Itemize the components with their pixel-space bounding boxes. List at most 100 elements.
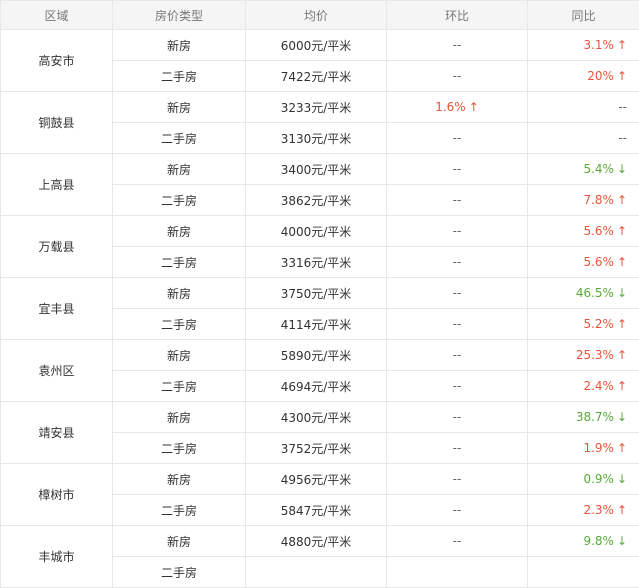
table-body: 高安市新房6000元/平米--3.1%↑二手房7422元/平米--20%↑铜鼓县… [1,30,639,588]
header-yoy: 同比 [528,1,639,30]
arrow-up-icon: ↑ [617,441,627,455]
mom-value: -- [453,38,462,52]
header-avg-price: 均价 [246,1,387,30]
price-type-cell: 新房 [113,464,246,495]
yoy-value: 9.8% [583,534,614,548]
avg-price-cell: 3752元/平米 [246,433,387,464]
district-cell: 宜丰县 [1,278,113,340]
mom-cell: -- [387,309,528,340]
yoy-value: 1.9% [583,441,614,455]
price-type-cell: 新房 [113,278,246,309]
avg-price-cell: 3316元/平米 [246,247,387,278]
mom-cell: -- [387,61,528,92]
mom-value: -- [453,410,462,424]
table-row: 上高县新房3400元/平米--5.4%↓ [1,154,639,185]
arrow-down-icon: ↓ [617,472,627,486]
yoy-value: -- [618,100,627,114]
mom-cell: -- [387,216,528,247]
yoy-value: 5.4% [583,162,614,176]
avg-price-cell: 4114元/平米 [246,309,387,340]
yoy-value: 25.3% [576,348,614,362]
mom-cell: -- [387,247,528,278]
mom-value: -- [453,472,462,486]
yoy-value: 20% [587,69,614,83]
mom-value: -- [453,255,462,269]
avg-price-cell: 3233元/平米 [246,92,387,123]
price-type-cell: 二手房 [113,185,246,216]
mom-cell: 1.6%↑ [387,92,528,123]
mom-value: -- [453,286,462,300]
yoy-cell: 5.6%↑ [528,247,639,278]
arrow-up-icon: ↑ [617,224,627,238]
mom-cell: -- [387,123,528,154]
yoy-cell: 25.3%↑ [528,340,639,371]
price-type-cell: 二手房 [113,309,246,340]
housing-price-table: 区域 房价类型 均价 环比 同比 高安市新房6000元/平米--3.1%↑二手房… [0,0,639,588]
yoy-cell: 2.3%↑ [528,495,639,526]
price-type-cell: 新房 [113,92,246,123]
district-cell: 铜鼓县 [1,92,113,154]
arrow-up-icon: ↑ [617,348,627,362]
mom-cell: -- [387,340,528,371]
mom-cell [387,557,528,588]
avg-price-cell [246,557,387,588]
yoy-cell: 0.9%↓ [528,464,639,495]
price-type-cell: 二手房 [113,61,246,92]
price-type-cell: 二手房 [113,433,246,464]
yoy-cell: 2.4%↑ [528,371,639,402]
mom-value: -- [453,441,462,455]
yoy-cell: 3.1%↑ [528,30,639,61]
mom-cell: -- [387,464,528,495]
yoy-value: 2.3% [583,503,614,517]
mom-cell: -- [387,526,528,557]
yoy-value: 5.6% [583,255,614,269]
arrow-down-icon: ↓ [617,162,627,176]
price-type-cell: 新房 [113,154,246,185]
arrow-up-icon: ↑ [617,503,627,517]
yoy-value: 0.9% [583,472,614,486]
avg-price-cell: 3750元/平米 [246,278,387,309]
avg-price-cell: 3400元/平米 [246,154,387,185]
yoy-value: 2.4% [583,379,614,393]
yoy-value: 5.2% [583,317,614,331]
mom-value: -- [453,162,462,176]
table-row: 宜丰县新房3750元/平米--46.5%↓ [1,278,639,309]
avg-price-cell: 6000元/平米 [246,30,387,61]
avg-price-cell: 4956元/平米 [246,464,387,495]
mom-value: -- [453,503,462,517]
avg-price-cell: 4694元/平米 [246,371,387,402]
price-type-cell: 二手房 [113,247,246,278]
mom-cell: -- [387,278,528,309]
yoy-cell: 5.6%↑ [528,216,639,247]
district-cell: 樟树市 [1,464,113,526]
arrow-down-icon: ↓ [617,534,627,548]
district-cell: 袁州区 [1,340,113,402]
yoy-value: 3.1% [583,38,614,52]
mom-cell: -- [387,185,528,216]
yoy-value: 5.6% [583,224,614,238]
yoy-cell: 46.5%↓ [528,278,639,309]
avg-price-cell: 4880元/平米 [246,526,387,557]
table-row: 铜鼓县新房3233元/平米1.6%↑-- [1,92,639,123]
arrow-up-icon: ↑ [617,379,627,393]
yoy-value: 46.5% [576,286,614,300]
table-row: 高安市新房6000元/平米--3.1%↑ [1,30,639,61]
arrow-down-icon: ↓ [617,410,627,424]
district-cell: 丰城市 [1,526,113,588]
yoy-cell: 1.9%↑ [528,433,639,464]
district-cell: 高安市 [1,30,113,92]
district-cell: 靖安县 [1,402,113,464]
table-row: 袁州区新房5890元/平米--25.3%↑ [1,340,639,371]
price-type-cell: 二手房 [113,557,246,588]
district-cell: 万载县 [1,216,113,278]
yoy-cell: 9.8%↓ [528,526,639,557]
arrow-up-icon: ↑ [617,38,627,52]
price-type-cell: 新房 [113,216,246,247]
mom-value: 1.6% [435,100,466,114]
mom-cell: -- [387,371,528,402]
avg-price-cell: 3862元/平米 [246,185,387,216]
yoy-cell: 5.2%↑ [528,309,639,340]
avg-price-cell: 5890元/平米 [246,340,387,371]
avg-price-cell: 3130元/平米 [246,123,387,154]
mom-value: -- [453,317,462,331]
